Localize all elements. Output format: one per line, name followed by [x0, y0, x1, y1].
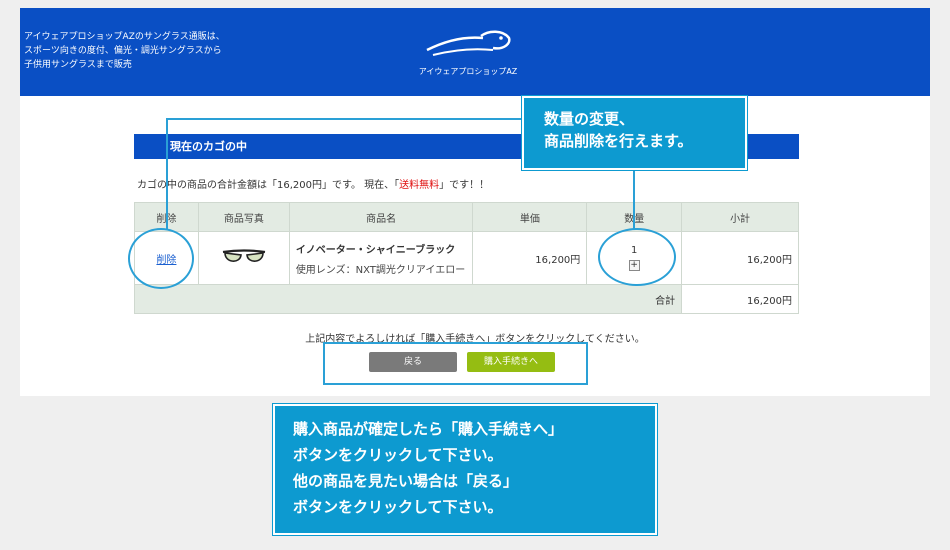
callout-line: ボタンをクリックして下さい。	[293, 446, 503, 464]
callout-line: 数量の変更、	[544, 110, 635, 128]
table-row: 削除 イノベーター・シャイニーブラック 使用レンズ：NXT調光クリアイエロー 1…	[134, 231, 799, 285]
delete-highlight	[128, 228, 194, 289]
callout-connector	[633, 170, 635, 229]
total-label: 合計	[133, 284, 683, 314]
tagline-line: 子供用サングラスまで販売	[24, 60, 132, 70]
photo-cell	[197, 231, 290, 285]
tagline-line: スポーツ向きの度付、偏光・調光サングラスから	[24, 46, 222, 56]
total-row: 合計 16,200円	[133, 284, 799, 314]
callout-connector	[166, 118, 524, 120]
summary-text-end: 」です！！	[439, 180, 490, 191]
column-header-photo: 商品写真	[197, 202, 290, 232]
product-name-cell: イノベーター・シャイニーブラック 使用レンズ：NXT調光クリアイエロー	[288, 231, 474, 285]
callout-line: ボタンをクリックして下さい。	[293, 498, 503, 516]
product-name: イノベーター・シャイニーブラック	[295, 244, 456, 256]
quantity-highlight	[598, 228, 676, 286]
subtotal: 16,200円	[681, 231, 799, 285]
cart-summary: カゴの中の商品の合計金額は「16,200円」です。 現在、「送料無料」です！！	[137, 176, 489, 191]
callout-line: 他の商品を見たい場合は「戻る」	[293, 472, 519, 490]
buttons-highlight	[323, 342, 588, 385]
site-header: アイウェアプロショップAZのサングラス通販は、 スポーツ向きの度付、偏光・調光サ…	[20, 8, 930, 96]
logo-name: アイウェアプロショップAZ	[418, 67, 518, 76]
table-header-row: 削除 商品写真 商品名 単価 数量 小計	[134, 202, 799, 232]
column-header-price: 単価	[472, 202, 588, 232]
summary-text: カゴの中の商品の合計金額は「16,200円」です。 現在、「	[137, 180, 400, 191]
quantity-callout: 数量の変更、 商品削除を行えます。	[522, 96, 747, 170]
free-shipping-label: 送料無料	[399, 180, 440, 191]
callout-connector	[166, 118, 168, 229]
total-value: 16,200円	[681, 284, 799, 314]
cart-table: 削除 商品写真 商品名 単価 数量 小計 削除 イノベーター・シャイニーブラック…	[133, 202, 799, 314]
checkout-callout: 購入商品が確定したら「購入手続きへ」 ボタンをクリックして下さい。 他の商品を見…	[273, 404, 657, 535]
column-header-name: 商品名	[288, 202, 474, 232]
column-header-subtotal: 小計	[681, 202, 799, 232]
unit-price: 16,200円	[472, 231, 588, 285]
callout-line: 購入商品が確定したら「購入手続きへ」	[293, 420, 564, 438]
site-logo[interactable]: アイウェアプロショップAZ	[418, 28, 518, 77]
lens-info: 使用レンズ：NXT調光クリアイエロー	[295, 264, 466, 276]
site-tagline: アイウェアプロショップAZのサングラス通販は、 スポーツ向きの度付、偏光・調光サ…	[24, 30, 254, 72]
callout-line: 商品削除を行えます。	[544, 132, 693, 150]
tagline-line: アイウェアプロショップAZのサングラス通販は、	[24, 32, 225, 42]
logo-icon	[426, 30, 511, 56]
sunglasses-icon	[222, 248, 265, 262]
